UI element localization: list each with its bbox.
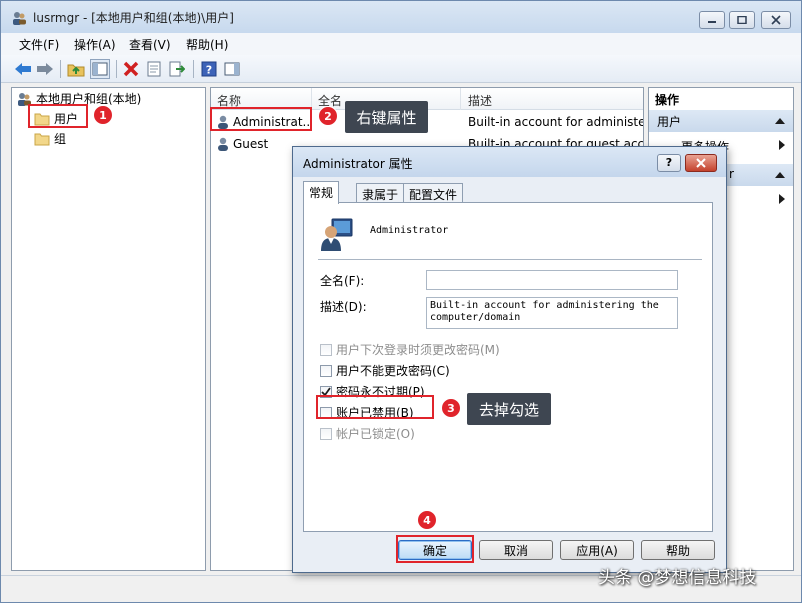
callout-uncheck: 去掉勾选 [467, 393, 551, 425]
checkbox[interactable] [320, 343, 332, 356]
close-icon [771, 15, 781, 25]
checkbox-row-must-change-password[interactable]: 用户下次登录时须更改密码(M) [320, 341, 500, 358]
administrator-properties-dialog: Administrator 属性 ? 常规 隶属于 配置文件 Administr… [292, 146, 727, 573]
highlight-account-disabled [316, 395, 434, 419]
chevron-right-icon [779, 140, 785, 150]
properties-sheet-icon [147, 61, 161, 77]
show-action-pane-button[interactable] [222, 59, 242, 79]
dialog-title: Administrator 属性 [303, 157, 413, 171]
actions-section-users-label: 用户 [657, 115, 682, 129]
forward-arrow-icon [37, 63, 53, 75]
users-app-icon [13, 12, 26, 25]
tab-general[interactable]: 常规 [303, 181, 340, 204]
maximize-icon [737, 16, 747, 24]
toolbar-separator [193, 60, 194, 78]
highlight-administrator-row [210, 107, 312, 131]
actions-header: 操作 [655, 93, 680, 107]
minimize-icon [708, 21, 716, 23]
help-dialog-button[interactable]: 帮助 [641, 540, 715, 560]
maximize-button[interactable] [729, 11, 755, 29]
description-input[interactable]: Built-in account for administering the c… [426, 297, 678, 329]
window-title: lusrmgr - [本地用户和组(本地)\用户] [33, 11, 234, 25]
folder-up-icon [67, 64, 85, 77]
step-badge-3: 3 [441, 398, 461, 418]
console-tree-icon [92, 62, 108, 76]
action-pane-icon [224, 62, 240, 76]
tab-profile[interactable]: 配置文件 [403, 183, 464, 203]
tab-member-of[interactable]: 隶属于 [356, 183, 405, 203]
back-button[interactable] [13, 59, 33, 79]
close-button[interactable] [761, 11, 791, 29]
up-level-button[interactable] [66, 59, 86, 79]
user-icon [218, 137, 228, 151]
actions-section-administrator-label: r [729, 167, 734, 181]
dialog-close-button[interactable] [685, 154, 717, 172]
highlight-ok-button [396, 535, 474, 563]
collapse-up-icon [775, 118, 785, 124]
column-header-description[interactable]: 描述 [468, 92, 492, 109]
checkbox[interactable] [320, 427, 332, 440]
toolbar-separator [60, 60, 61, 78]
menu-action[interactable]: 操作(A) [74, 36, 116, 53]
step-badge-4: 4 [417, 510, 437, 530]
export-icon [169, 61, 185, 77]
checkbox[interactable] [320, 364, 332, 377]
help-question-icon: ? [201, 61, 217, 77]
step-badge-2: 2 [318, 106, 338, 126]
menu-help[interactable]: 帮助(H) [186, 36, 228, 53]
delete-button[interactable] [121, 59, 141, 79]
collapse-up-icon [775, 172, 785, 178]
actions-section-users[interactable]: 用户 [649, 110, 793, 132]
tree-item-groups-label: 组 [54, 132, 67, 146]
fullname-label: 全名(F): [320, 274, 365, 288]
minimize-button[interactable] [699, 11, 725, 29]
folder-icon [34, 133, 50, 145]
export-list-button[interactable] [167, 59, 187, 79]
tree-item-groups[interactable]: 组 [34, 130, 66, 147]
console-tree: 本地用户和组(本地) 用户 组 [11, 87, 206, 571]
svg-text:?: ? [206, 64, 212, 77]
checkbox-row-account-locked[interactable]: 帐户已锁定(O) [320, 425, 415, 442]
cancel-button[interactable]: 取消 [479, 540, 553, 560]
description-label: 描述(D): [320, 300, 367, 314]
callout-right-click-properties: 右键属性 [345, 101, 428, 133]
column-divider[interactable] [460, 88, 461, 110]
fullname-input[interactable] [426, 270, 678, 290]
watermark: 头条 @梦想信息科技 [598, 568, 757, 588]
account-username: Administrator [370, 225, 449, 236]
checkbox-label: 用户不能更改密码(C) [336, 364, 450, 378]
chevron-right-icon [779, 194, 785, 204]
apply-button[interactable]: 应用(A) [560, 540, 634, 560]
show-tree-button[interactable] [90, 59, 110, 79]
help-button[interactable]: ? [199, 59, 219, 79]
checkbox-label: 用户下次登录时须更改密码(M) [336, 343, 500, 357]
forward-button[interactable] [35, 59, 55, 79]
checkbox-label: 帐户已锁定(O) [336, 427, 415, 441]
back-arrow-icon [15, 63, 31, 75]
user-account-icon [321, 218, 353, 251]
properties-button[interactable] [144, 59, 164, 79]
toolbar-separator [116, 60, 117, 78]
close-icon [696, 158, 706, 168]
cell-description: Built-in account for administer [468, 115, 643, 129]
dialog-title-bar: Administrator 属性 ? [293, 147, 726, 177]
general-tab-panel: Administrator 全名(F): 描述(D): Built-in acc… [303, 202, 713, 532]
toolbar: ? [1, 55, 801, 83]
menu-file[interactable]: 文件(F) [19, 36, 59, 53]
highlight-users-folder [28, 104, 88, 128]
step-badge-1: 1 [93, 105, 113, 125]
dialog-help-button[interactable]: ? [657, 154, 681, 172]
menu-bar: 文件(F) 操作(A) 查看(V) 帮助(H) [1, 33, 801, 55]
delete-x-icon [123, 61, 139, 77]
panel-divider [318, 259, 702, 260]
checkbox-row-cannot-change-password[interactable]: 用户不能更改密码(C) [320, 362, 450, 379]
menu-view[interactable]: 查看(V) [129, 36, 171, 53]
title-bar: lusrmgr - [本地用户和组(本地)\用户] [1, 1, 801, 33]
